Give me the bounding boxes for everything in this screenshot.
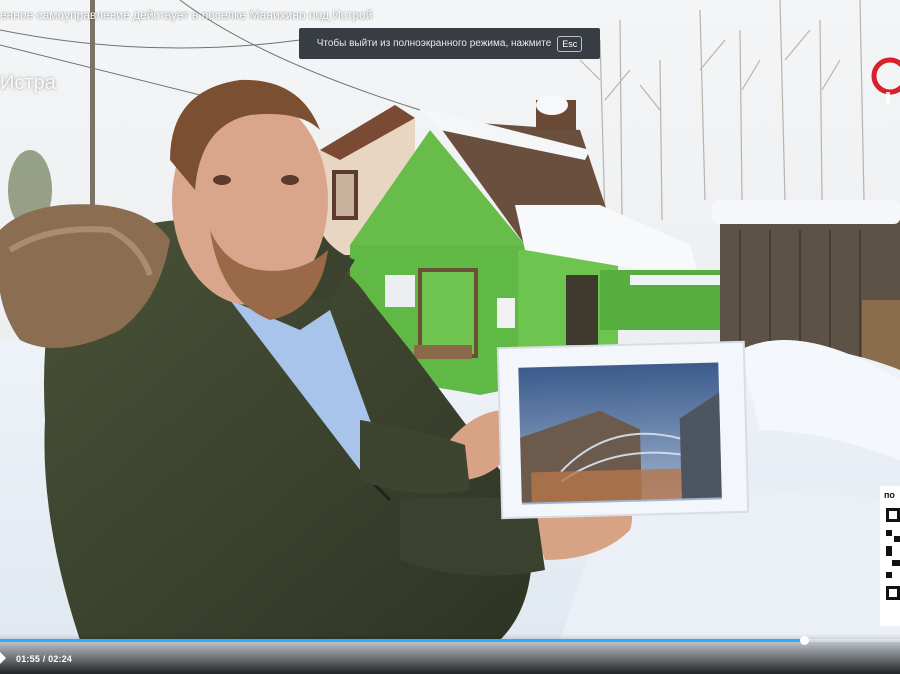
channel-logo-icon: [871, 57, 900, 104]
esc-key-badge: Esc: [557, 35, 583, 52]
qr-code-icon: [886, 508, 900, 600]
qr-code-overlay: [880, 486, 900, 626]
video-title: енное самоуправление действует в поселке…: [0, 8, 373, 22]
fullscreen-notice-text: Чтобы выйти из полноэкранного режима, на…: [316, 38, 552, 49]
progress-thumb[interactable]: [799, 636, 809, 645]
time-display: 01:55 / 02:24: [16, 654, 73, 664]
fullscreen-exit-notice: Чтобы выйти из полноэкранного режима, на…: [299, 28, 600, 59]
video-frame: [0, 0, 900, 674]
held-photo: [496, 340, 750, 520]
progress-fill: [0, 639, 804, 642]
channel-name: Истра: [0, 72, 56, 94]
qr-label: по: [884, 490, 895, 500]
progress-bar[interactable]: [0, 636, 900, 645]
video-player[interactable]: енное самоуправление действует в поселке…: [0, 0, 900, 674]
play-icon[interactable]: [0, 652, 6, 664]
